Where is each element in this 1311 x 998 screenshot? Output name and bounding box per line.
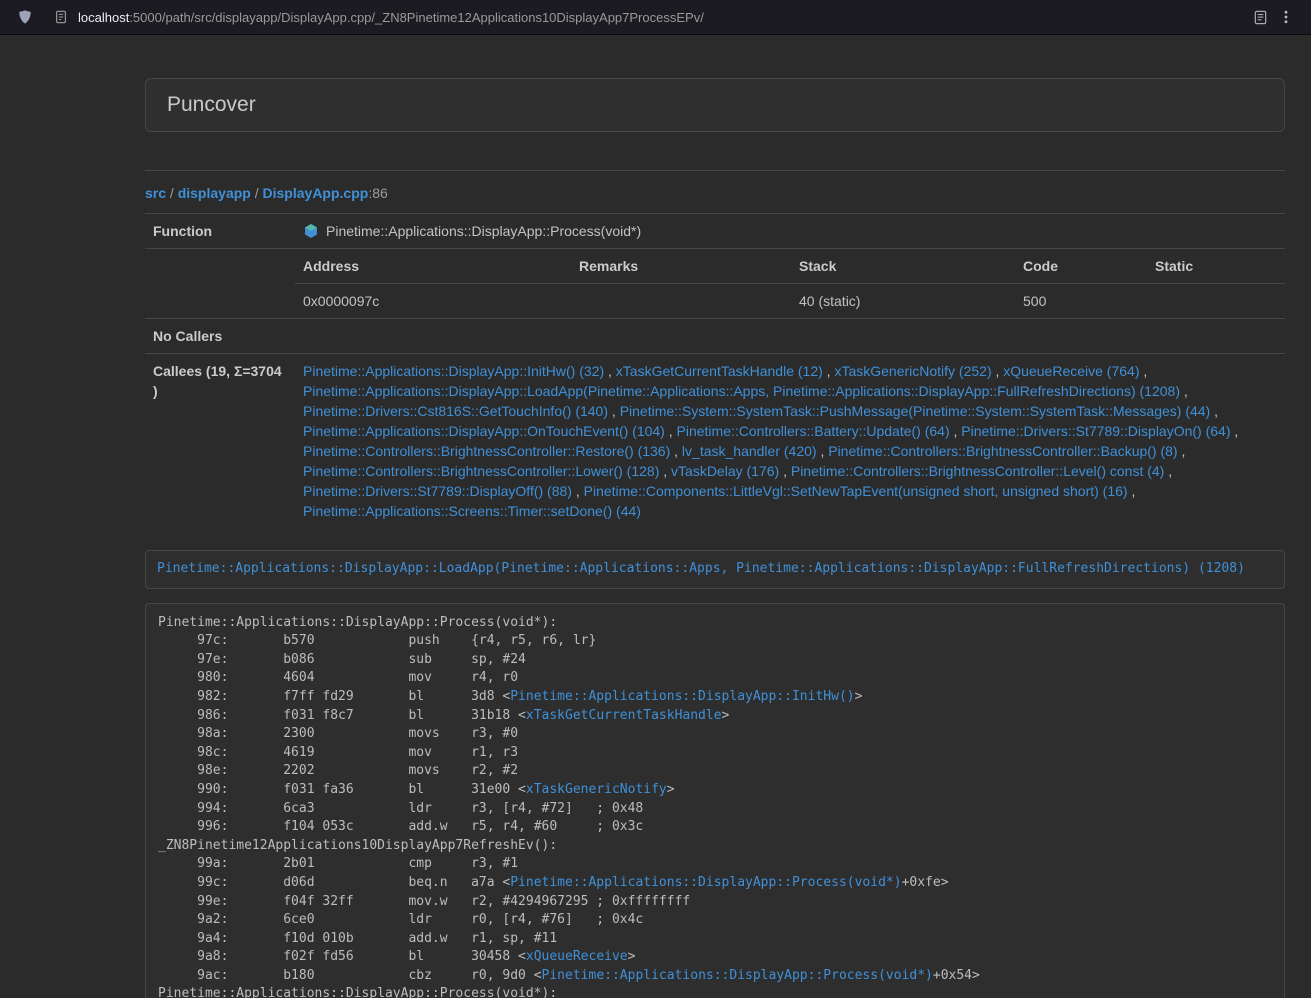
url-text: localhost:5000/path/src/displayapp/Displ… <box>78 10 704 25</box>
browser-toolbar: localhost:5000/path/src/displayapp/Displ… <box>0 0 1311 35</box>
column-header-address: Address <box>295 249 571 284</box>
column-header-code: Code <box>1015 249 1147 284</box>
breadcrumb-link-displayapp[interactable]: displayapp <box>178 185 251 201</box>
callee-separator: , <box>572 483 584 499</box>
callee-link[interactable]: Pinetime::Controllers::BrightnessControl… <box>303 443 670 459</box>
callee-link[interactable]: Pinetime::Controllers::BrightnessControl… <box>791 463 1164 479</box>
stats-table: Address Remarks Stack Code Static 0x0000… <box>295 249 1285 318</box>
selected-callee-link[interactable]: Pinetime::Applications::DisplayApp::Load… <box>157 561 1245 576</box>
callee-separator: , <box>1178 443 1186 459</box>
selected-callee-panel: Pinetime::Applications::DisplayApp::Load… <box>145 550 1285 589</box>
stats-cell: Address Remarks Stack Code Static 0x0000… <box>295 249 1285 319</box>
callee-link[interactable]: Pinetime::Drivers::St7789::DisplayOn() (… <box>961 423 1230 439</box>
callee-separator: , <box>1210 403 1218 419</box>
page-container: Puncover src / displayapp / DisplayApp.c… <box>145 78 1285 998</box>
menu-kebab-icon[interactable] <box>1273 4 1299 30</box>
breadcrumb-line-number: :86 <box>368 185 387 201</box>
stack-value: 40 (static) <box>791 284 1015 319</box>
code-symbol-link[interactable]: xQueueReceive <box>526 949 628 964</box>
code-symbol-link[interactable]: xTaskGetCurrentTaskHandle <box>526 708 722 723</box>
function-name: Pinetime::Applications::DisplayApp::Proc… <box>326 223 641 239</box>
code-size-value: 500 <box>1015 284 1147 319</box>
code-symbol-link[interactable]: Pinetime::Applications::DisplayApp::Init… <box>510 689 854 704</box>
callee-separator: , <box>1128 483 1136 499</box>
function-icon <box>303 223 319 239</box>
callee-link[interactable]: Pinetime::Components::LittleVgl::SetNewT… <box>584 483 1128 499</box>
page-title: Puncover <box>167 93 1263 117</box>
callee-link[interactable]: Pinetime::Controllers::BrightnessControl… <box>303 463 659 479</box>
callee-separator: , <box>823 363 835 379</box>
callee-link[interactable]: Pinetime::Drivers::Cst816S::GetTouchInfo… <box>303 403 608 419</box>
stats-header-row: Address Remarks Stack Code Static <box>295 249 1285 284</box>
breadcrumb-link-file[interactable]: DisplayApp.cpp <box>263 185 369 201</box>
url-path: :5000/path/src/displayapp/DisplayApp.cpp… <box>129 10 704 25</box>
callee-separator: , <box>665 423 677 439</box>
column-header-static: Static <box>1147 249 1285 284</box>
reader-mode-icon[interactable] <box>1247 4 1273 30</box>
callee-link[interactable]: Pinetime::Controllers::BrightnessControl… <box>828 443 1177 459</box>
breadcrumb-link-src[interactable]: src <box>145 185 166 201</box>
callee-separator: , <box>1180 383 1188 399</box>
callee-link[interactable]: xQueueReceive (764) <box>1003 363 1139 379</box>
divider <box>145 170 1285 171</box>
callee-separator: , <box>950 423 962 439</box>
callee-link[interactable]: vTaskDelay (176) <box>671 463 779 479</box>
callee-link[interactable]: Pinetime::Drivers::St7789::DisplayOff() … <box>303 483 572 499</box>
callee-link[interactable]: Pinetime::Applications::Screens::Timer::… <box>303 503 641 519</box>
callees-list: Pinetime::Applications::DisplayApp::Init… <box>295 354 1285 529</box>
callee-separator: , <box>1139 363 1147 379</box>
callees-label: Callees (19, Σ=3704 ) <box>145 354 295 529</box>
callers-cell <box>295 319 1285 354</box>
function-table: Function Pinetime::Applications::Display… <box>145 213 1285 528</box>
callee-separator: , <box>670 443 682 459</box>
function-row: Function Pinetime::Applications::Display… <box>145 214 1285 249</box>
callee-separator: , <box>1231 423 1239 439</box>
url-host: localhost <box>78 10 129 25</box>
callee-separator: , <box>659 463 671 479</box>
callee-link[interactable]: Pinetime::Applications::DisplayApp::Load… <box>303 383 1180 399</box>
code-symbol-link[interactable]: Pinetime::Applications::DisplayApp::Proc… <box>542 968 933 983</box>
callee-separator: , <box>779 463 791 479</box>
code-symbol-link[interactable]: xTaskGenericNotify <box>526 782 667 797</box>
stats-value-row: 0x0000097c 40 (static) 500 <box>295 284 1285 319</box>
stats-row: Address Remarks Stack Code Static 0x0000… <box>145 249 1285 319</box>
breadcrumb-separator: / <box>251 185 263 201</box>
stats-row-label <box>145 249 295 319</box>
breadcrumb-separator: / <box>166 185 178 201</box>
remarks-value <box>571 284 791 319</box>
callee-separator: , <box>608 403 620 419</box>
callee-separator: , <box>817 443 829 459</box>
callees-row: Callees (19, Σ=3704 ) Pinetime::Applicat… <box>145 354 1285 529</box>
shield-icon[interactable] <box>12 4 38 30</box>
callers-row: No Callers <box>145 319 1285 354</box>
callee-link[interactable]: lv_task_handler (420) <box>682 443 817 459</box>
function-label: Function <box>145 214 295 249</box>
callee-link[interactable]: Pinetime::System::SystemTask::PushMessag… <box>620 403 1211 419</box>
column-header-stack: Stack <box>791 249 1015 284</box>
url-bar[interactable]: localhost:5000/path/src/displayapp/Displ… <box>46 3 1239 31</box>
breadcrumb: src / displayapp / DisplayApp.cpp:86 <box>145 185 1285 201</box>
no-callers-label: No Callers <box>145 319 295 354</box>
site-identity-icon[interactable] <box>52 8 70 26</box>
address-value: 0x0000097c <box>295 284 571 319</box>
callee-separator: , <box>992 363 1004 379</box>
column-header-remarks: Remarks <box>571 249 791 284</box>
callee-link[interactable]: xTaskGenericNotify (252) <box>834 363 991 379</box>
callee-link[interactable]: Pinetime::Applications::DisplayApp::OnTo… <box>303 423 665 439</box>
function-name-cell: Pinetime::Applications::DisplayApp::Proc… <box>295 214 1285 249</box>
callee-separator: , <box>1164 463 1172 479</box>
disassembly-panel: Pinetime::Applications::DisplayApp::Proc… <box>145 603 1285 998</box>
static-value <box>1147 284 1285 319</box>
callee-link[interactable]: xTaskGetCurrentTaskHandle (12) <box>616 363 823 379</box>
app-header-panel: Puncover <box>145 78 1285 132</box>
callee-separator: , <box>604 363 616 379</box>
callee-link[interactable]: Pinetime::Controllers::Battery::Update()… <box>677 423 950 439</box>
code-symbol-link[interactable]: Pinetime::Applications::DisplayApp::Proc… <box>510 875 901 890</box>
callee-link[interactable]: Pinetime::Applications::DisplayApp::Init… <box>303 363 604 379</box>
